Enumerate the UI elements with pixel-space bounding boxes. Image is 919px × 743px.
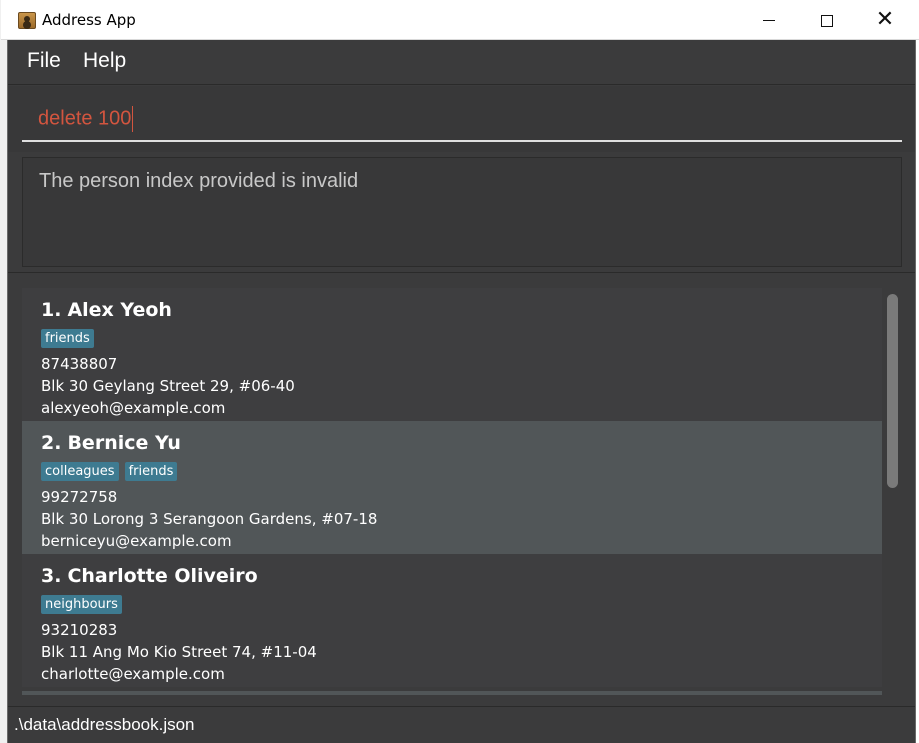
person-address: Blk 30 Geylang Street 29, #06-40 <box>41 377 295 395</box>
person-address: Blk 30 Lorong 3 Serangoon Gardens, #07-1… <box>41 510 378 528</box>
person-list-panel: 1. Alex Yeoh friends 87438807 Blk 30 Geyl… <box>8 272 915 704</box>
tag: friends <box>124 462 178 481</box>
person-index: 3. <box>41 565 62 587</box>
minimize-icon <box>763 20 775 21</box>
command-area: delete 100 <box>8 86 915 152</box>
person-name: Bernice Yu <box>67 432 181 454</box>
list-scrollbar[interactable] <box>884 288 900 694</box>
person-card[interactable]: 3. Charlotte Oliveiro neighbours 93210283… <box>22 554 882 687</box>
text-caret <box>132 106 134 132</box>
address-book-icon <box>18 12 36 29</box>
person-list[interactable]: 1. Alex Yeoh friends 87438807 Blk 30 Geyl… <box>22 288 882 694</box>
person-address: Blk 11 Ang Mo Kio Street 74, #11-04 <box>41 643 317 661</box>
person-card[interactable]: 2. Bernice Yu colleagues friends 99272758 … <box>22 421 882 554</box>
person-card[interactable]: 1. Alex Yeoh friends 87438807 Blk 30 Geyl… <box>22 288 882 421</box>
person-name-row: 1. Alex Yeoh <box>41 299 863 325</box>
window-title: Address App <box>42 11 136 29</box>
menu-file[interactable]: File <box>27 49 61 73</box>
result-display[interactable]: The person index provided is invalid <box>22 157 902 267</box>
close-button[interactable]: ✕ <box>856 0 914 40</box>
minimize-button[interactable] <box>740 0 798 40</box>
person-index: 1. <box>41 299 62 321</box>
status-bar: .\data\addressbook.json <box>8 706 915 743</box>
menu-help[interactable]: Help <box>83 49 126 73</box>
person-name-row: 3. Charlotte Oliveiro <box>41 565 863 591</box>
maximize-icon <box>821 14 833 27</box>
next-card-edge <box>22 691 882 695</box>
main-window: Address App ✕ File Help delete 100 The p… <box>1 0 919 743</box>
tag-list: friends <box>41 327 863 353</box>
command-input[interactable]: delete 100 <box>22 100 902 142</box>
person-name-row: 2. Bernice Yu <box>41 432 863 458</box>
person-name: Charlotte Oliveiro <box>67 565 258 587</box>
scrollbar-thumb[interactable] <box>887 294 898 488</box>
tag: neighbours <box>41 595 122 614</box>
command-input-value: delete 100 <box>38 106 134 132</box>
person-phone: 87438807 <box>41 355 118 373</box>
tag-list: neighbours <box>41 593 863 619</box>
maximize-button[interactable] <box>798 0 856 40</box>
result-message: The person index provided is invalid <box>39 170 359 192</box>
title-bar[interactable]: Address App ✕ <box>1 0 919 40</box>
tag: colleagues <box>41 462 119 481</box>
person-name: Alex Yeoh <box>67 299 172 321</box>
person-email: berniceyu@example.com <box>41 532 232 550</box>
person-phone: 99272758 <box>41 488 118 506</box>
tag: friends <box>41 329 94 348</box>
save-location: .\data\addressbook.json <box>14 715 195 734</box>
close-icon: ✕ <box>875 7 895 32</box>
person-email: alexyeoh@example.com <box>41 399 226 417</box>
person-email: charlotte@example.com <box>41 665 225 683</box>
person-phone: 93210283 <box>41 621 118 639</box>
menu-bar: File Help <box>8 40 915 85</box>
tag-list: colleagues friends <box>41 460 863 486</box>
person-index: 2. <box>41 432 62 454</box>
